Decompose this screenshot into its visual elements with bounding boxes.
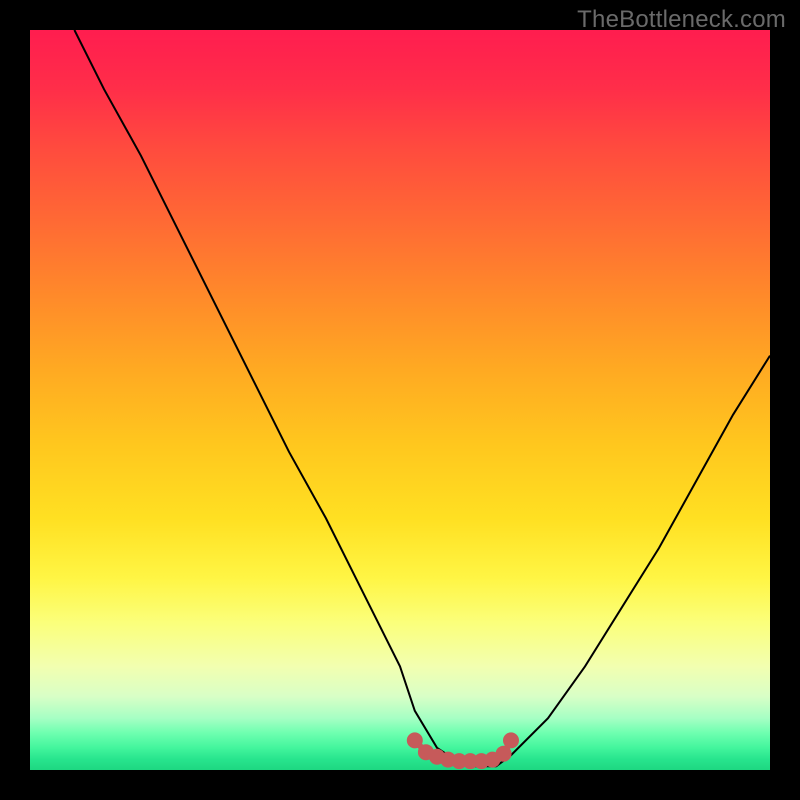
- optimal-range-marker: [410, 735, 516, 766]
- plot-area: [30, 30, 770, 770]
- optimal-range-dot: [506, 735, 516, 745]
- watermark-text: TheBottleneck.com: [577, 6, 786, 34]
- bottleneck-curve: [74, 30, 770, 766]
- optimal-range-dot: [499, 749, 509, 759]
- bottleneck-curve-path: [74, 30, 770, 766]
- curve-layer: [30, 30, 770, 770]
- optimal-range-dot: [410, 735, 420, 745]
- chart-frame: TheBottleneck.com: [0, 0, 800, 800]
